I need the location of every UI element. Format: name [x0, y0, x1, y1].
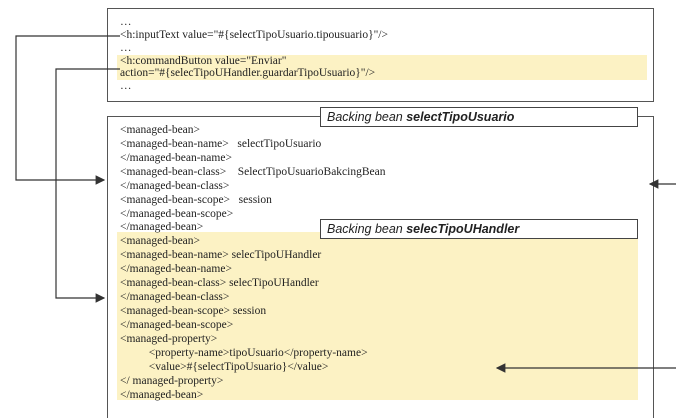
input-to-bean1-arrow [15, 35, 120, 185]
connector-arrows [15, 35, 676, 373]
command-to-bean2-arrow [55, 68, 120, 303]
